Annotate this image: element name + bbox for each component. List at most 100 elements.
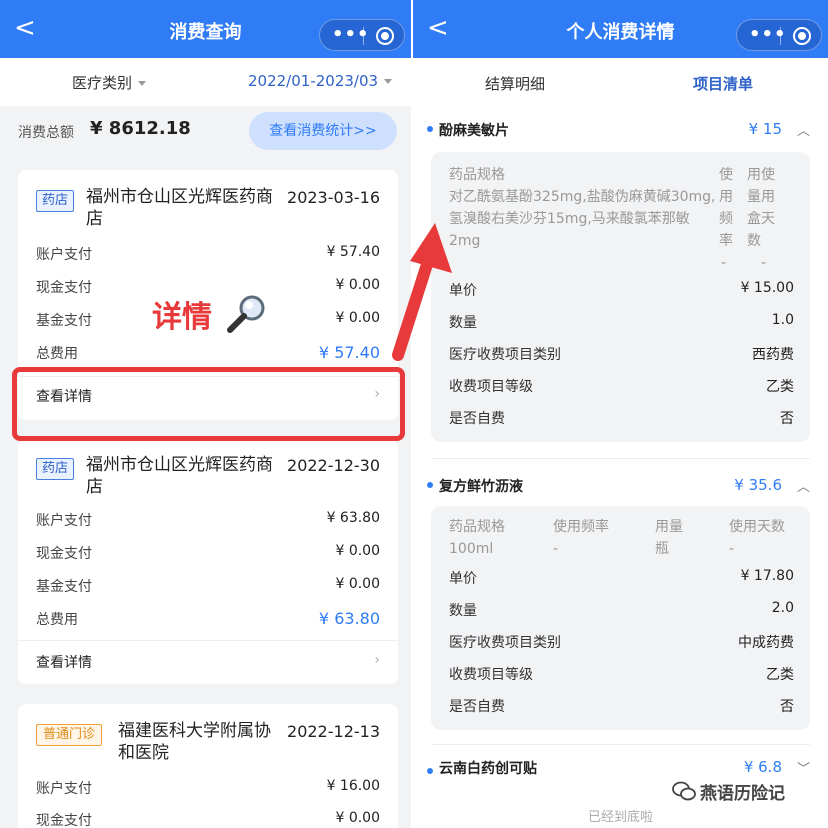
- total-amount: ¥ 8612.18: [90, 118, 191, 139]
- spec-value: 100ml: [449, 541, 494, 557]
- row-value: 中成药费: [738, 635, 794, 651]
- caret-down-icon: [384, 79, 393, 84]
- row-label: 总费用: [36, 612, 78, 628]
- close-target-icon[interactable]: [793, 27, 811, 45]
- item-divider: [431, 458, 810, 459]
- institution-name: 福州市仓山区光辉医药商店: [86, 187, 273, 229]
- magnifier-icon: [227, 295, 265, 333]
- item-name: 复方鲜竹沥液: [439, 479, 523, 495]
- total-row: 总费用 ¥ 63.80: [36, 609, 380, 631]
- filter-label: 医疗类别: [72, 74, 133, 92]
- row-label: 账户支付: [36, 781, 92, 797]
- record-date: 2022-12-13: [287, 722, 380, 741]
- chevron-up-icon[interactable]: ︿: [797, 120, 810, 139]
- mini-program-capsule: •••: [736, 19, 822, 51]
- spec-value: 对乙酰氨基酚325mg,盐酸伪麻黄碱30mg,氢溴酸右美沙芬15mg,马来酸氯苯…: [449, 189, 716, 249]
- view-details-link[interactable]: 查看详情 ›: [36, 652, 380, 672]
- row-label: 基金支付: [36, 313, 92, 329]
- payment-row: 账户支付 ¥ 63.80: [36, 510, 380, 532]
- row-label: 总费用: [36, 346, 78, 362]
- item-name: 酚麻美敏片: [439, 123, 509, 139]
- row-label: 医疗收费项目类别: [449, 347, 561, 363]
- frequency-value: -: [721, 255, 727, 271]
- row-label: 医疗收费项目类别: [449, 635, 561, 651]
- period-filter[interactable]: 2022/01-2023/03: [248, 72, 393, 90]
- row-value: ¥ 0.00: [335, 277, 380, 293]
- frequency-label: 使用频率: [719, 167, 733, 249]
- detail-row: 单价 ¥ 17.80: [449, 568, 794, 590]
- row-value: 否: [780, 699, 794, 715]
- total-row: 总费用 ¥ 57.40: [36, 343, 380, 365]
- filter-label: 2022/01-2023/03: [248, 72, 379, 90]
- item-detail-box: 药品规格 对乙酰氨基酚325mg,盐酸伪麻黄碱30mg,氢溴酸右美沙芬15mg,…: [431, 152, 810, 442]
- row-label: 收费项目等级: [449, 379, 533, 395]
- item-price: ¥ 35.6: [734, 476, 782, 494]
- annotation-label: 详情: [152, 300, 212, 335]
- record-type-tag: 药店: [36, 190, 74, 212]
- row-value: ¥ 0.00: [335, 810, 380, 826]
- mini-program-capsule: •••: [319, 19, 405, 51]
- row-label: 是否自费: [449, 411, 505, 427]
- tab-item-list[interactable]: 项目清单: [693, 73, 753, 94]
- row-value: 乙类: [766, 379, 794, 395]
- row-value: ¥ 0.00: [335, 576, 380, 592]
- row-value: 否: [780, 411, 794, 427]
- row-label: 是否自费: [449, 699, 505, 715]
- caret-down-icon: [138, 81, 147, 86]
- row-label: 单价: [449, 571, 477, 587]
- watermark-text: @Donna 的 首: [412, 778, 687, 818]
- record-card: 普通门诊 福建医科大学附属协和医院 2022-12-13 账户支付 ¥ 16.00…: [18, 704, 398, 828]
- close-target-icon[interactable]: [376, 27, 394, 45]
- amount-label: 用量: [655, 519, 683, 535]
- payment-row: 基金支付 ¥ 0.00: [36, 576, 380, 598]
- detail-row: 单价 ¥ 15.00: [449, 280, 794, 302]
- annotation-arrow-icon: [392, 223, 452, 361]
- days-label: 用使量用盒天数: [747, 167, 775, 249]
- view-stats-button[interactable]: 查看消费统计>>: [249, 112, 397, 150]
- payment-row: 现金支付 ¥ 0.00: [36, 810, 380, 828]
- record-date: 2023-03-16: [287, 188, 380, 207]
- item-entry: 酚麻美敏片 ¥ 15 ︿ 药品规格 对乙酰氨基酚325mg,盐酸伪麻黄碱30mg…: [413, 106, 828, 456]
- bullet-dot: [427, 482, 433, 488]
- item-entry: 复方鲜竹沥液 ¥ 35.6 ︿ 药品规格 100ml 使用频率 - 用量 瓶 使…: [413, 462, 828, 742]
- row-value: ¥ 57.40: [326, 244, 380, 260]
- frequency-value: -: [553, 541, 559, 557]
- row-label: 现金支付: [36, 546, 92, 562]
- payment-row: 账户支付 ¥ 57.40: [36, 244, 380, 266]
- row-label: 收费项目等级: [449, 667, 533, 683]
- row-label: 数量: [449, 603, 477, 619]
- days-label: 使用天数: [729, 519, 785, 535]
- payment-row: 现金支付 ¥ 0.00: [36, 543, 380, 565]
- row-value: ¥ 57.40: [318, 343, 380, 362]
- tab-settlement[interactable]: 结算明细: [485, 73, 545, 94]
- total-summary: 消费总额 ¥ 8612.18 查看消费统计>>: [0, 106, 411, 158]
- days-value: -: [729, 541, 735, 557]
- days-value: -: [761, 255, 767, 271]
- medical-category-filter[interactable]: 医疗类别: [72, 72, 147, 93]
- item-divider: [431, 744, 810, 745]
- tab-bar: 结算明细 项目清单: [413, 58, 828, 106]
- capsule-divider: [780, 27, 781, 45]
- watermark-account: 燕语历险记: [700, 784, 785, 804]
- consumption-query-panel: < 消费查询 ••• 医疗类别 2022/01-2023/03 消费总额 ¥ 8…: [0, 0, 411, 828]
- record-type-tag: 药店: [36, 458, 74, 480]
- chevron-up-icon[interactable]: ︿: [797, 476, 810, 495]
- row-value: 乙类: [766, 667, 794, 683]
- detail-row: 收费项目等级 乙类: [449, 664, 794, 686]
- row-value: 1.0: [771, 312, 794, 328]
- row-value: ¥ 63.80: [326, 510, 380, 526]
- detail-row: 医疗收费项目类别 西药费: [449, 344, 794, 366]
- row-value: 2.0: [771, 600, 794, 616]
- row-label: 基金支付: [36, 579, 92, 595]
- item-price: ¥ 6.8: [743, 758, 782, 776]
- row-value: ¥ 16.00: [326, 778, 380, 794]
- detail-row: 收费项目等级 乙类: [449, 376, 794, 398]
- row-value: ¥ 15.00: [740, 280, 794, 296]
- chevron-down-icon[interactable]: ﹀: [797, 758, 810, 777]
- row-value: ¥ 63.80: [318, 609, 380, 628]
- spec-label: 药品规格: [449, 167, 505, 183]
- right-header: < 个人消费详情 •••: [413, 0, 828, 58]
- capsule-divider: [363, 27, 364, 45]
- row-value: ¥ 0.00: [335, 543, 380, 559]
- highlight-box: [12, 367, 405, 441]
